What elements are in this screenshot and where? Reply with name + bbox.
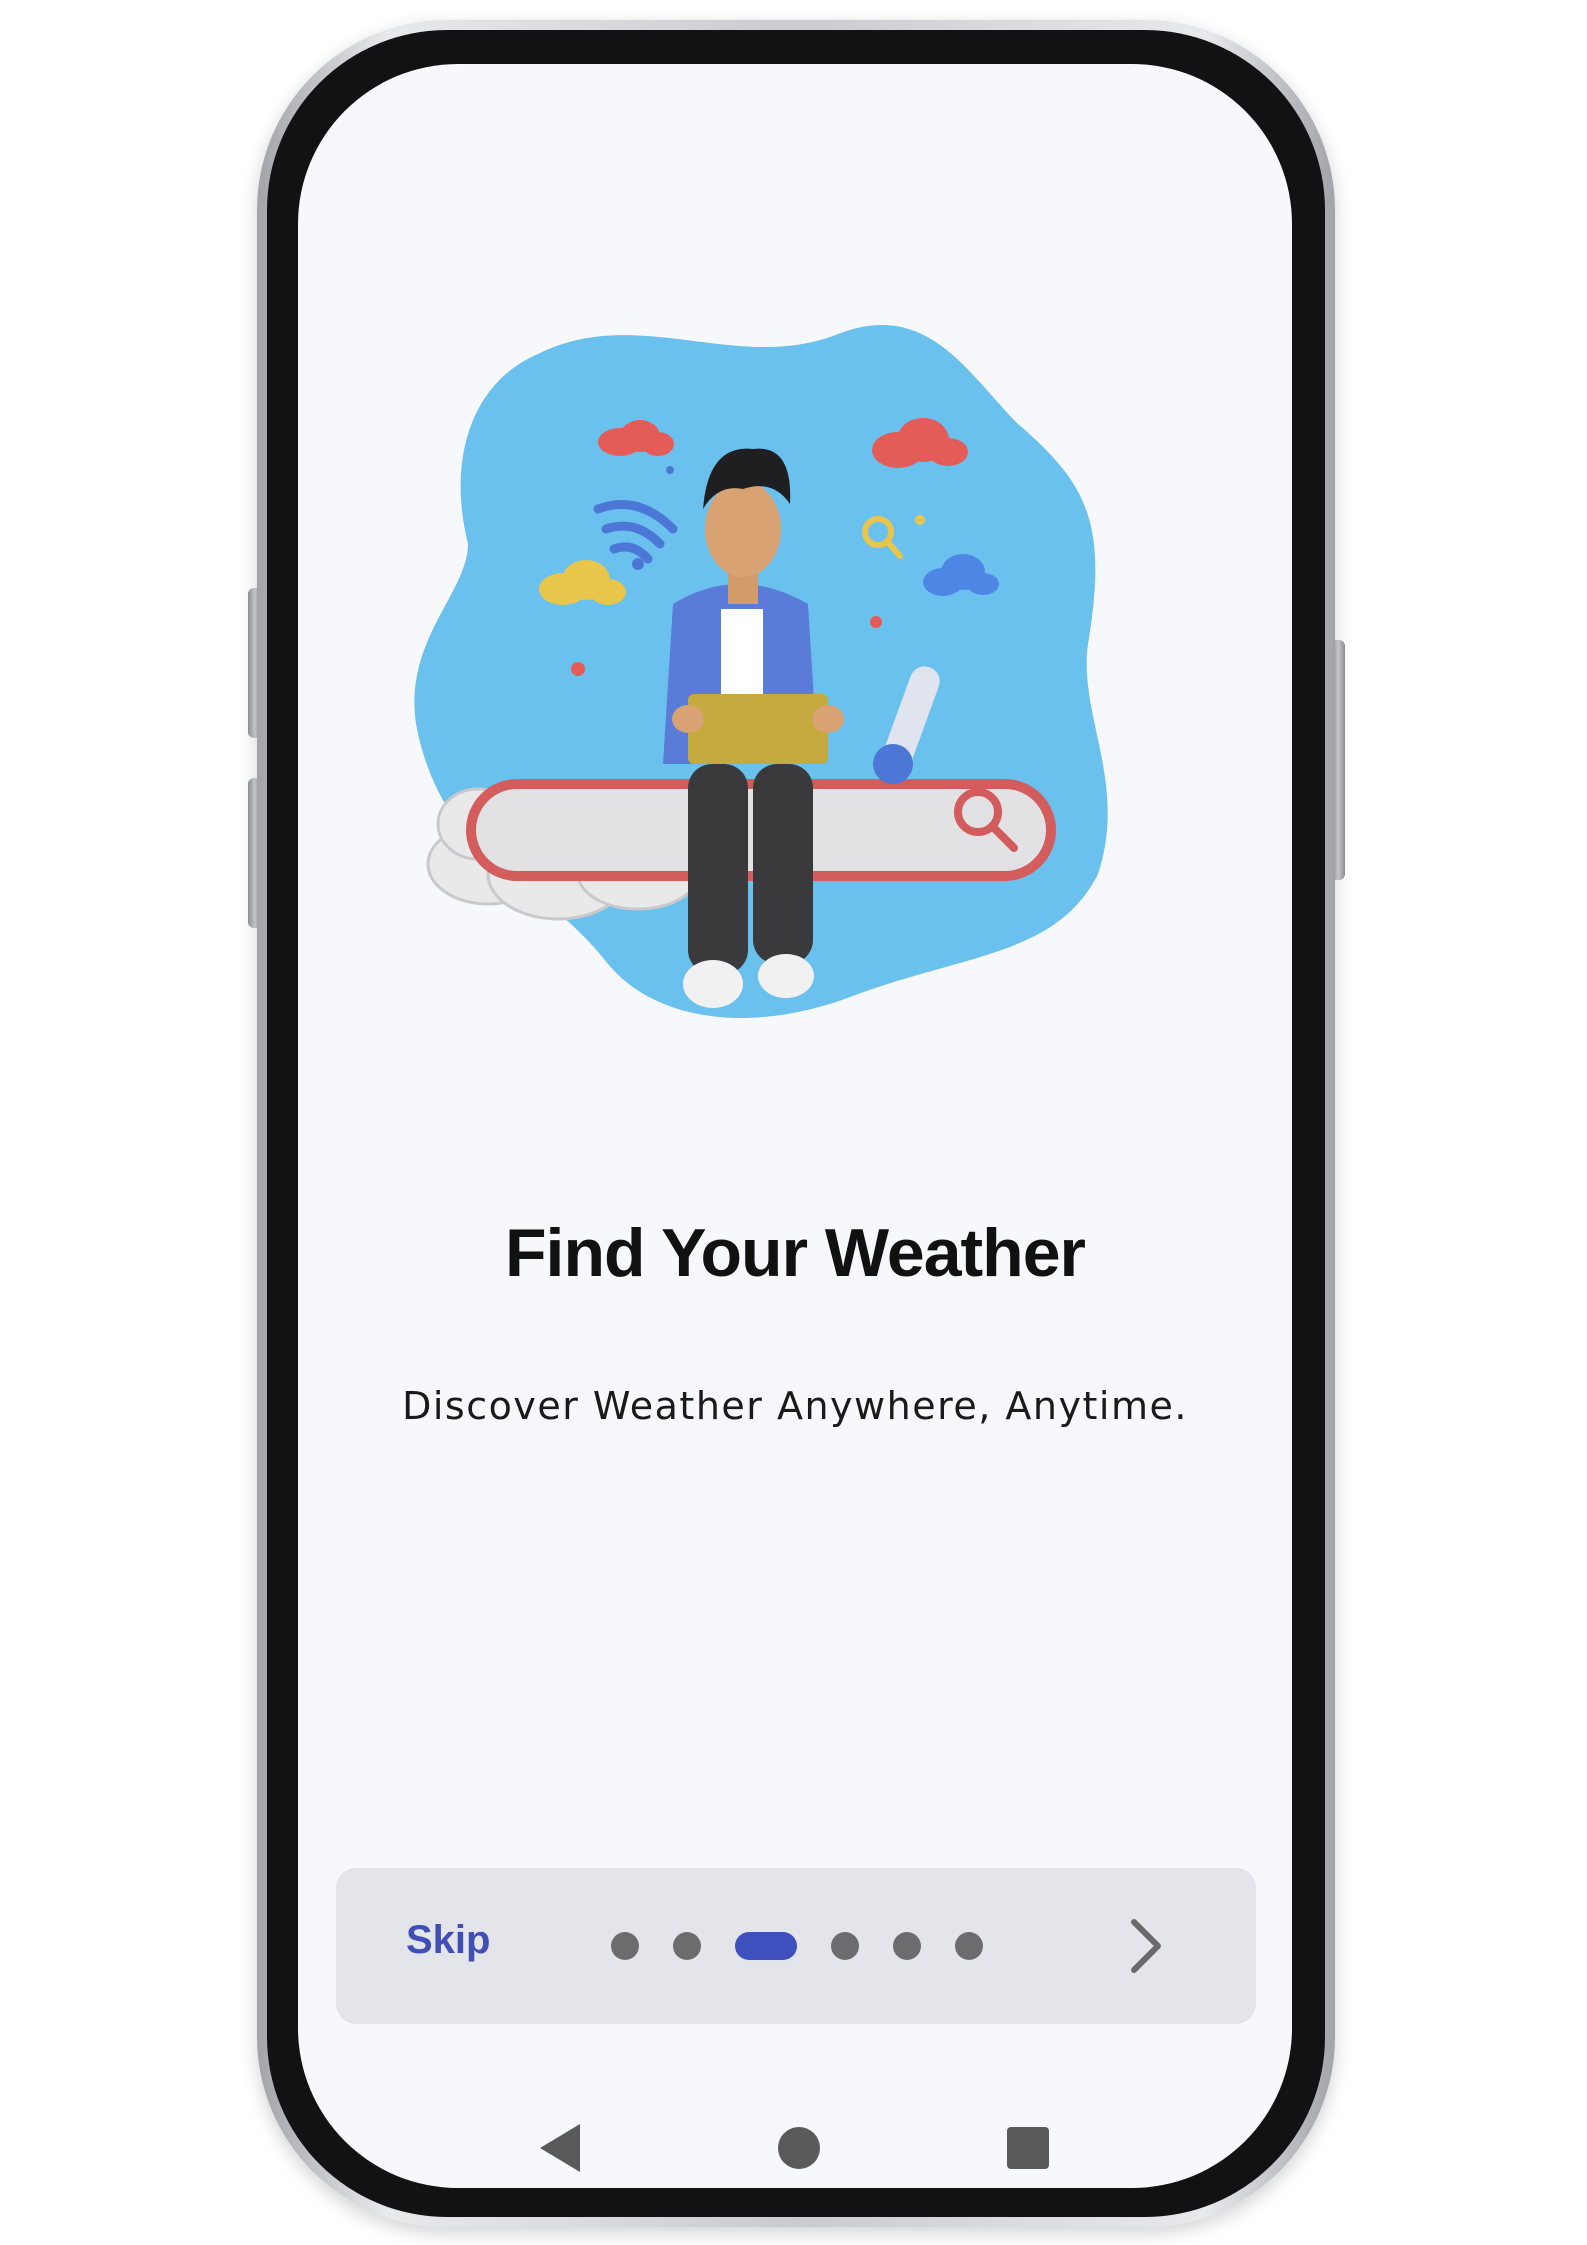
page-dot-3-active[interactable]	[735, 1932, 797, 1960]
recents-square-icon[interactable]	[1007, 2127, 1049, 2169]
page-dot-4[interactable]	[831, 1932, 859, 1960]
page-title: Find Your Weather	[505, 1215, 1086, 1291]
chevron-right-icon[interactable]	[1116, 1914, 1176, 1978]
page-dot-1[interactable]	[611, 1932, 639, 1960]
onboarding-nav-bar: Skip	[336, 1868, 1256, 2024]
back-triangle-icon[interactable]	[540, 2124, 580, 2172]
home-circle-icon[interactable]	[778, 2127, 820, 2169]
page-dot-5[interactable]	[893, 1932, 921, 1960]
system-navigation-bar	[298, 2124, 1292, 2184]
person-on-search-bar-illustration	[414, 325, 1108, 1018]
page-dot-6[interactable]	[955, 1932, 983, 1960]
screen: Find Your Weather Discover Weather Anywh…	[298, 64, 1292, 2188]
page-dot-2[interactable]	[673, 1932, 701, 1960]
page-subtitle: Discover Weather Anywhere, Anytime.	[402, 1384, 1188, 1428]
skip-button[interactable]: Skip	[406, 1918, 490, 1963]
